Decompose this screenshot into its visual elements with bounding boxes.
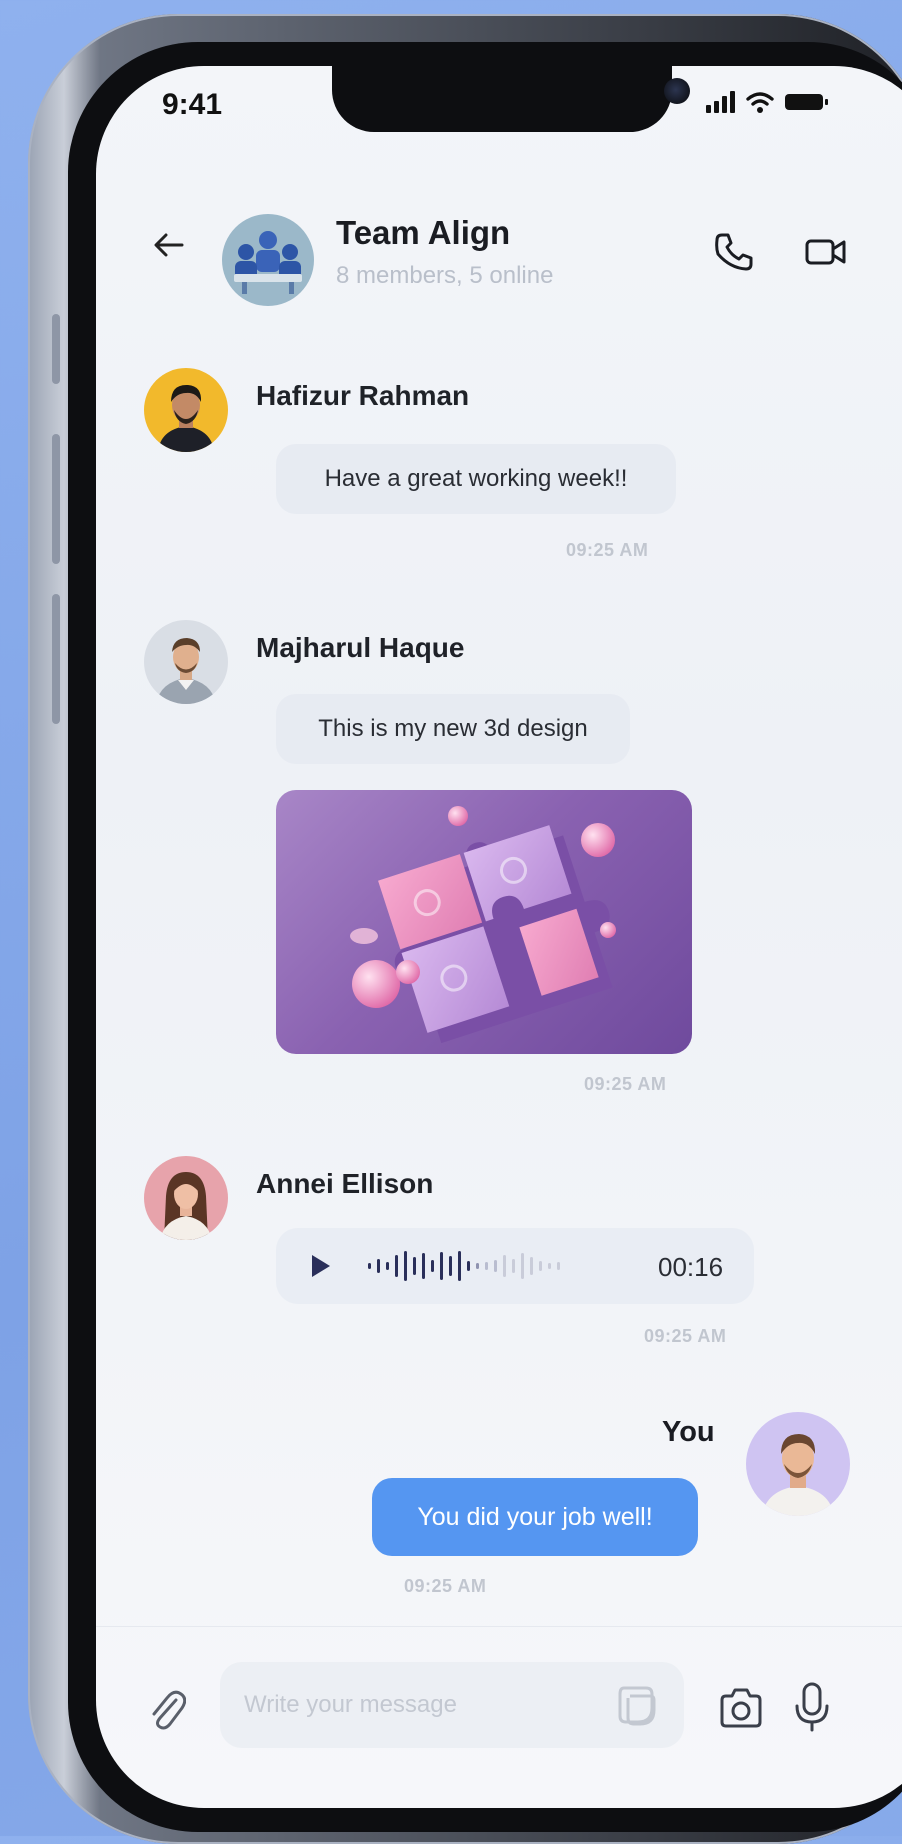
volume-down-button (52, 594, 60, 724)
avatar-hafizur[interactable] (144, 368, 228, 452)
status-time: 9:41 (162, 88, 223, 121)
video-icon[interactable] (802, 228, 850, 276)
sender-name: Annei Ellison (256, 1168, 434, 1199)
message-bubble[interactable]: This is my new 3d design (276, 694, 630, 764)
phone-icon[interactable] (710, 228, 758, 276)
message-bubble[interactable]: Have a great working week!! (276, 444, 676, 514)
message-time: 09:25 AM (584, 1074, 667, 1094)
play-icon[interactable] (312, 1255, 330, 1277)
waveform[interactable] (368, 1247, 560, 1285)
message-time: 09:25 AM (644, 1326, 727, 1346)
avatar-majharul[interactable] (144, 620, 228, 704)
mute-switch (52, 314, 60, 384)
message-input-box[interactable] (220, 1662, 684, 1748)
message-time: 09:25 AM (404, 1576, 487, 1596)
image-attachment[interactable] (276, 790, 692, 1054)
voice-duration: 00:16 (658, 1252, 724, 1282)
chat-subtitle: 8 members, 5 online (336, 262, 554, 289)
sticker-icon[interactable] (614, 1682, 660, 1728)
message-bubble-outgoing[interactable]: You did your job well! (372, 1478, 698, 1556)
microphone-icon[interactable] (792, 1680, 832, 1734)
wifi-icon (746, 92, 774, 113)
screen: 9:41 Team Align 8 members, 5 online Hafi… (96, 66, 902, 1808)
message-time: 09:25 AM (566, 540, 649, 560)
sender-name-you: You (662, 1416, 715, 1448)
message-input[interactable] (242, 1682, 586, 1728)
paperclip-icon[interactable] (146, 1686, 186, 1730)
phone-frame: 9:41 Team Align 8 members, 5 online Hafi… (28, 14, 902, 1844)
notch (332, 66, 690, 132)
signal-icon (706, 91, 735, 113)
avatar-annei[interactable] (144, 1156, 228, 1240)
arrow-left-icon[interactable] (152, 230, 186, 260)
group-avatar[interactable] (222, 214, 314, 306)
chat-header: Team Align 8 members, 5 online (96, 166, 902, 316)
chat-title: Team Align (336, 214, 511, 251)
front-camera (664, 78, 690, 104)
camera-icon[interactable] (716, 1684, 766, 1732)
battery-icon (785, 94, 828, 110)
avatar-you[interactable] (746, 1412, 850, 1516)
voice-message[interactable]: 00:16 (276, 1228, 754, 1304)
volume-up-button (52, 434, 60, 564)
status-icons (706, 90, 828, 114)
sender-name: Majharul Haque (256, 632, 465, 663)
puzzle-3d-image (350, 806, 616, 1044)
composer-divider (96, 1626, 902, 1627)
sender-name: Hafizur Rahman (256, 380, 470, 411)
